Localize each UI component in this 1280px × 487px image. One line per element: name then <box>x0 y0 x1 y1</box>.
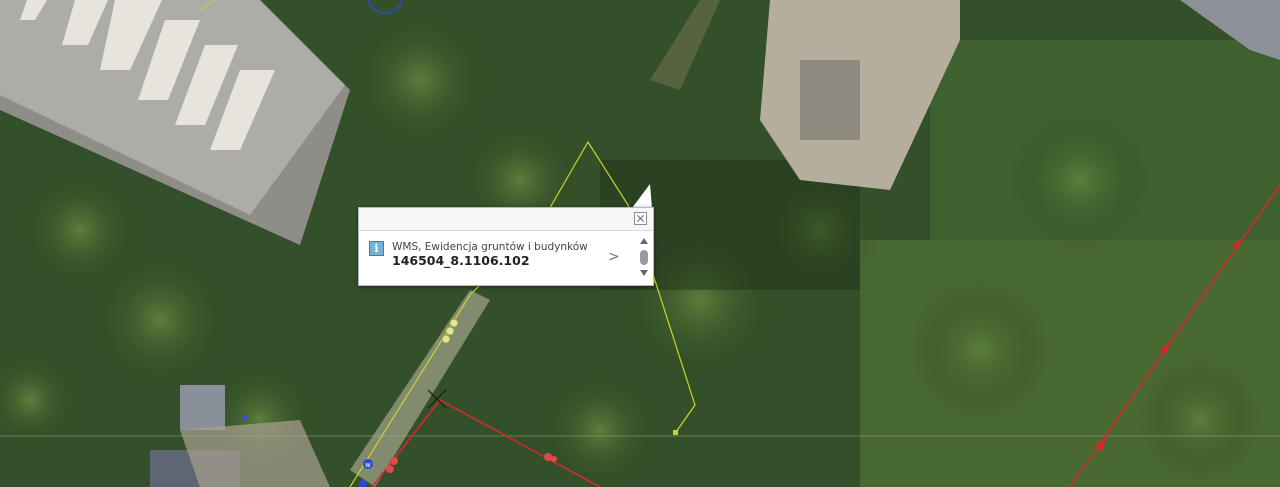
marker-icon <box>390 457 398 465</box>
scroll-up-icon[interactable] <box>640 238 648 244</box>
close-icon[interactable] <box>634 212 647 225</box>
scroll-thumb[interactable] <box>640 250 648 265</box>
popup-header <box>359 208 653 231</box>
marker-icon <box>386 465 394 473</box>
info-icon: i <box>369 241 384 256</box>
marker-icon <box>544 453 552 461</box>
yard-structure <box>800 60 860 140</box>
layer-name: WMS, Ewidencja gruntów i budynków <box>392 241 588 253</box>
marker-icon <box>449 318 459 328</box>
feature-id[interactable]: 146504_8.1106.102 <box>392 253 530 268</box>
marker-icon <box>445 326 455 336</box>
parcel-vertex <box>673 430 678 435</box>
marker-icon <box>441 334 451 344</box>
marker-icon <box>242 415 248 421</box>
feature-info-popup: i WMS, Ewidencja gruntów i budynków 1465… <box>358 207 654 286</box>
popup-scrollbar[interactable] <box>639 238 649 278</box>
marker-w-label: w <box>365 461 371 469</box>
scroll-down-icon[interactable] <box>640 270 648 276</box>
chevron-right-icon[interactable]: > <box>608 250 620 264</box>
small-roof <box>180 385 225 430</box>
marker-icon <box>551 456 557 462</box>
